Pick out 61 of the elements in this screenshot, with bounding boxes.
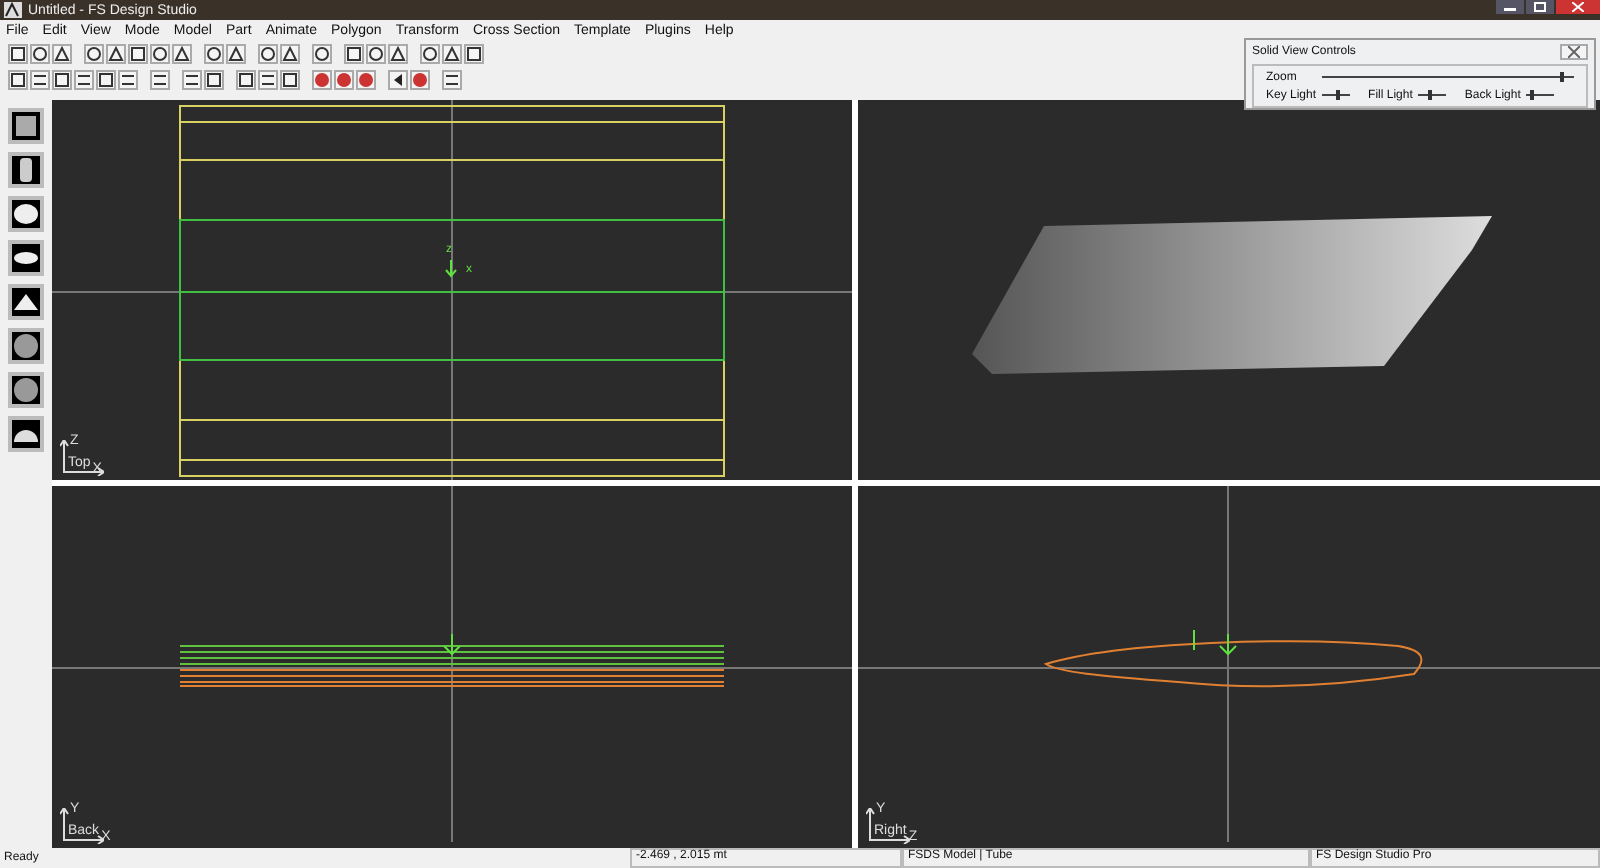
toolbar-button[interactable]: [204, 44, 224, 64]
toolbar-button[interactable]: [366, 44, 386, 64]
toolbar-button[interactable]: [312, 44, 332, 64]
toolbar-button[interactable]: [388, 44, 408, 64]
slider-thumb[interactable]: [1336, 90, 1341, 100]
axis-tripod-icon: [60, 808, 104, 844]
shape-tool-button[interactable]: [8, 240, 44, 276]
shape-tool-button[interactable]: [8, 196, 44, 232]
minimize-icon: [1504, 3, 1516, 11]
toolbar-button[interactable]: [344, 44, 364, 64]
toolbar-icon: [260, 72, 276, 88]
close-button[interactable]: [1560, 43, 1588, 59]
close-icon: [1568, 45, 1580, 57]
shape-tool-button[interactable]: [8, 108, 44, 144]
toolbar-button[interactable]: [182, 70, 202, 90]
close-button[interactable]: [1556, 0, 1600, 14]
toolbar-button[interactable]: [226, 44, 246, 64]
app-logo-icon: [4, 2, 22, 18]
toolbar-button[interactable]: [150, 44, 170, 64]
cube-icon: [12, 112, 40, 140]
toolbar-button[interactable]: [442, 70, 462, 90]
solid-viewport[interactable]: [858, 100, 1600, 480]
toolbar-button[interactable]: [280, 70, 300, 90]
toolbar-button[interactable]: [464, 44, 484, 64]
toolbar-button[interactable]: [118, 70, 138, 90]
toolbar-button[interactable]: [74, 70, 94, 90]
close-icon: [1572, 2, 1584, 12]
toolbar-button[interactable]: [150, 70, 170, 90]
toolbar-button[interactable]: [106, 44, 126, 64]
shape-tool-button[interactable]: [8, 152, 44, 188]
origin-arrow-icon: [444, 260, 458, 278]
toolbar-button[interactable]: [84, 44, 104, 64]
toolbar-button[interactable]: [30, 44, 50, 64]
axis-tripod-icon: [866, 808, 910, 844]
axis-tripod-icon: [60, 440, 104, 476]
sphere-icon: [12, 200, 40, 228]
toolbar-button[interactable]: [172, 44, 192, 64]
minimize-button[interactable]: [1496, 0, 1524, 14]
shape-tool-button[interactable]: [8, 416, 44, 452]
toolbar-button[interactable]: [388, 70, 408, 90]
toolbar-button[interactable]: [258, 44, 278, 64]
shape-tool-button[interactable]: [8, 328, 44, 364]
toolbar-icon: [76, 72, 92, 88]
toolbar-icon: [32, 72, 48, 88]
toolbar-icon: [444, 72, 460, 88]
slider-thumb[interactable]: [1427, 90, 1432, 100]
toolbar-button[interactable]: [280, 44, 300, 64]
toolbar-button[interactable]: [30, 70, 50, 90]
toolbar-button[interactable]: [442, 44, 462, 64]
toolbar-button[interactable]: [258, 70, 278, 90]
toolbar-button[interactable]: [420, 44, 440, 64]
slider-thumb[interactable]: [1559, 72, 1564, 82]
toolbar-button[interactable]: [52, 70, 72, 90]
shape-tool-button[interactable]: [8, 372, 44, 408]
toolbar-icon: [120, 72, 136, 88]
toolbar-icon: [184, 72, 200, 88]
shape-tool-button[interactable]: [8, 284, 44, 320]
maximize-button[interactable]: [1526, 0, 1554, 14]
toolbar-button[interactable]: [52, 44, 72, 64]
maximize-icon: [1534, 2, 1546, 12]
toolbar-icon: [152, 72, 168, 88]
